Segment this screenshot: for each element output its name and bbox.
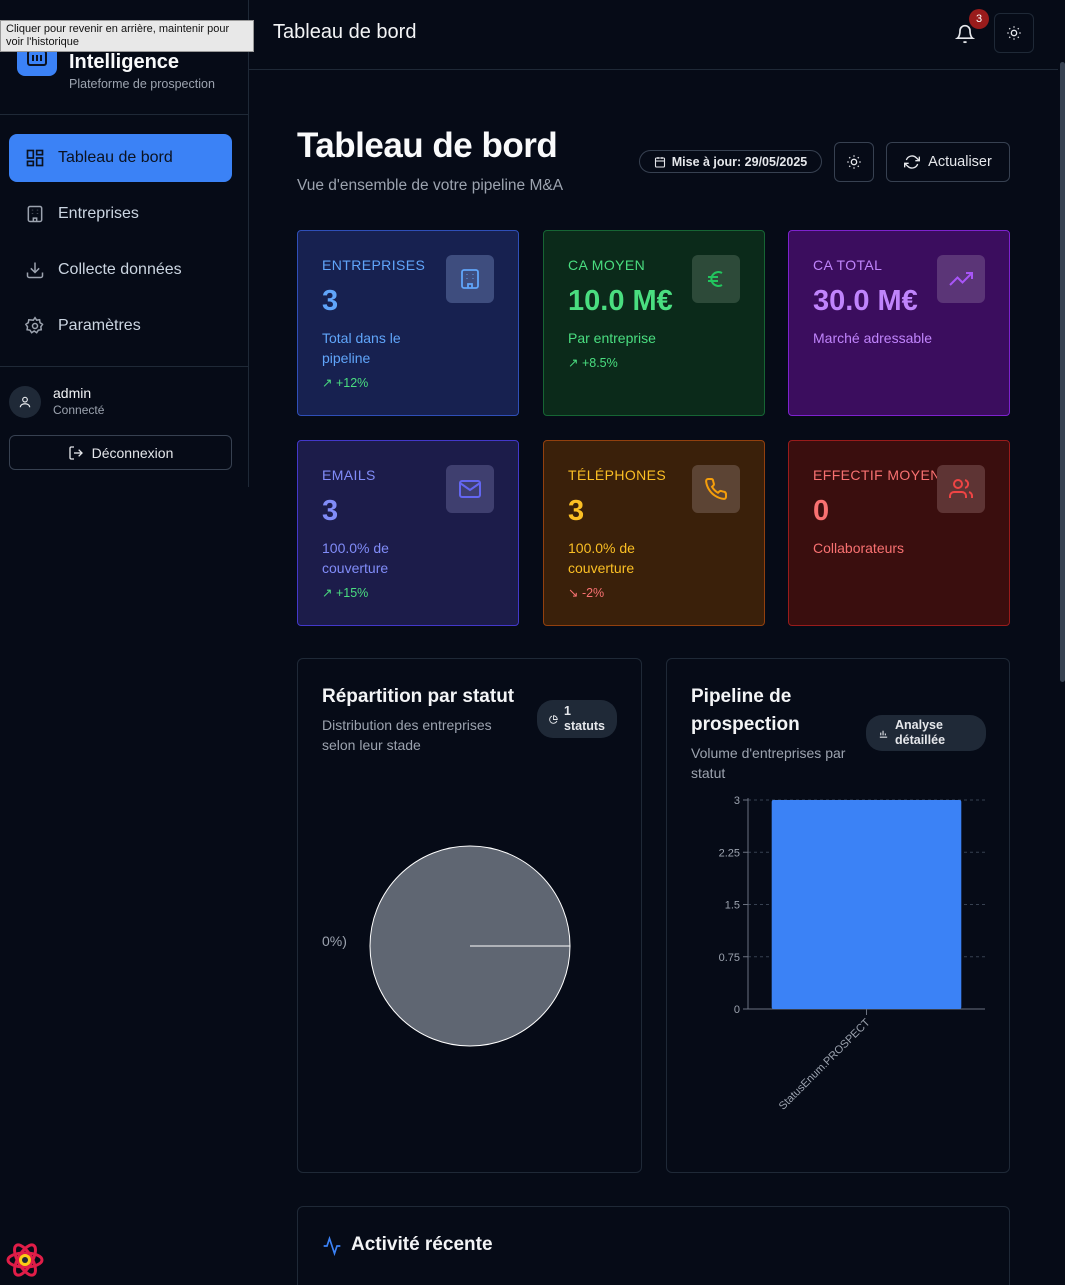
sidebar-item-label: Entreprises [58,205,139,222]
stat-description: 100.0% de couverture [568,540,635,576]
stat-value: 10.0 M€ [568,285,673,317]
theme-toggle-button[interactable] [834,142,874,182]
stat-label: CA MOYEN [568,257,646,273]
stat-description: Par entreprise [568,330,656,346]
stat-description: Marché adressable [813,330,933,346]
phone-icon [692,465,740,513]
stat-card-avg-revenue: CA MOYEN 10.0 M€ Par entreprise ↗ +8.5% [543,230,765,416]
users-icon [937,465,985,513]
stat-card-phones: TÉLÉPHONES 3 100.0% de couverture ↘ -2% [543,440,765,626]
sidebar-divider [0,114,248,115]
notification-badge: 3 [969,9,989,29]
back-button-tooltip: Cliquer pour revenir en arrière, mainten… [0,20,254,52]
stat-value: 3 [568,495,585,527]
brand-title: Intelligence [69,51,180,73]
trending-up-icon [937,255,985,303]
stat-card-companies: ENTREPRISES 3 Total dans le pipeline ↗ +… [297,230,519,416]
refresh-button[interactable]: Actualiser [886,142,1010,182]
topbar: Tableau de bord 3 [249,0,1058,70]
building-icon [446,255,494,303]
status-distribution-panel: Répartition par statut Distribution des … [297,658,642,1173]
panel-title: Activité récente [351,1234,493,1255]
pipeline-panel: Pipeline de prospection Volume d'entrepr… [666,658,1010,1173]
last-update-text: Mise à jour: 29/05/2025 [671,154,808,169]
sidebar: Intelligence Plateforme de prospection T… [0,0,249,487]
sidebar-item-data-collection[interactable]: Collecte données [9,246,232,294]
page-subtitle: Vue d'ensemble de votre pipeline M&A [297,177,564,194]
sidebar-item-label: Paramètres [58,317,141,334]
sun-icon [847,155,861,169]
dashboard-icon [26,149,44,167]
stat-card-avg-workforce: EFFECTIF MOYEN 0 Collaborateurs [788,440,1010,626]
y-tick-label: 2.25 [719,847,740,859]
sidebar-divider [0,366,248,367]
status-pie-chart: 0%) [322,845,571,1047]
y-tick-label: 0.75 [719,952,740,964]
sidebar-item-label: Collecte données [58,261,182,278]
download-icon [26,262,44,279]
react-devtools-icon[interactable] [5,1240,45,1280]
last-update-badge: Mise à jour: 29/05/2025 [639,150,822,173]
euro-icon [692,255,740,303]
user-status: Connecté [53,403,105,417]
stat-value: 3 [322,285,339,317]
stat-trend: ↗ +12% [322,376,369,390]
user-name: admin [53,385,92,401]
theme-toggle-button[interactable] [994,13,1034,53]
stat-label: EMAILS [322,467,376,483]
logout-icon [68,445,83,460]
stat-value: 30.0 M€ [813,285,918,317]
stat-trend: ↘ -2% [568,586,605,600]
y-tick-label: 1.5 [725,900,740,912]
calendar-icon [654,156,665,168]
building-icon [27,205,43,223]
refresh-icon [904,155,921,169]
logout-label: Déconnexion [91,444,174,461]
pipeline-bar-chart: 0 0.75 1.5 2.25 3 StatusEnum.PROSPECT [719,795,985,1112]
sidebar-item-label: Tableau de bord [58,149,173,166]
stat-description: 100.0% de couverture [322,540,389,576]
pie-slice-label: 0%) [322,933,347,949]
stat-label: EFFECTIF MOYEN [813,467,941,483]
bar [771,800,962,1009]
topbar-title: Tableau de bord [273,21,417,43]
stat-label: CA TOTAL [813,257,883,273]
logout-button[interactable]: Déconnexion [9,435,232,470]
stat-card-total-revenue: CA TOTAL 30.0 M€ Marché adressable [788,230,1010,416]
refresh-label: Actualiser [928,154,992,170]
sidebar-item-companies[interactable]: Entreprises [9,190,232,238]
recent-activity-panel: Activité récente [297,1206,1010,1285]
y-tick-label: 0 [734,1004,740,1016]
user-icon [19,396,31,408]
sun-icon [1007,26,1021,40]
page-title: Tableau de bord [297,126,558,165]
stat-trend: ↗ +8.5% [568,356,618,370]
stat-card-emails: EMAILS 3 100.0% de couverture ↗ +15% [297,440,519,626]
sidebar-item-dashboard[interactable]: Tableau de bord [9,134,232,182]
stat-trend: ↗ +15% [322,586,369,600]
stat-label: ENTREPRISES [322,257,426,273]
brand-subtitle: Plateforme de prospection [69,77,215,91]
gear-icon [25,316,44,334]
stat-description: Total dans le pipeline [322,330,401,366]
stat-value: 0 [813,495,830,527]
stat-description: Collaborateurs [813,540,905,556]
mail-icon [446,465,494,513]
activity-icon [323,1236,341,1256]
y-tick-label: 3 [734,795,740,807]
sidebar-item-settings[interactable]: Paramètres [9,302,232,350]
x-tick-label: StatusEnum.PROSPECT [777,1016,873,1112]
stat-value: 3 [322,495,339,527]
avatar [9,386,41,418]
scrollbar-thumb[interactable] [1060,62,1065,682]
stat-label: TÉLÉPHONES [568,467,667,483]
